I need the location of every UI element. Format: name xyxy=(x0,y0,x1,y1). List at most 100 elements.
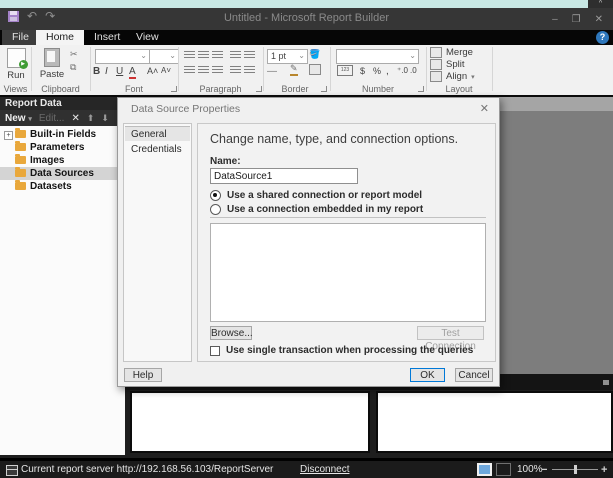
zoom-out-icon[interactable]: − xyxy=(541,464,547,476)
row-groups-pane[interactable] xyxy=(130,391,370,453)
radio-off-icon xyxy=(210,204,221,215)
paragraph-dialog-launcher-icon[interactable] xyxy=(256,86,262,92)
currency-button[interactable]: $ xyxy=(360,66,365,76)
copy-icon[interactable]: ⧉ xyxy=(70,62,76,73)
cancel-button[interactable]: Cancel xyxy=(455,368,493,382)
decrease-indent-icon[interactable] xyxy=(230,51,241,59)
new-button[interactable]: New ▾ xyxy=(5,113,32,124)
radio-embedded-connection[interactable]: Use a connection embedded in my report xyxy=(210,204,423,215)
align-button[interactable]: Align ▾ xyxy=(430,71,475,82)
align-bottom-icon[interactable] xyxy=(212,51,223,59)
align-middle-icon[interactable] xyxy=(198,51,209,59)
tab-file[interactable]: File xyxy=(2,30,39,45)
border-line-style-button[interactable]: — xyxy=(267,66,277,77)
comma-button[interactable]: , xyxy=(386,66,389,77)
increase-indent-icon[interactable] xyxy=(244,51,255,59)
border-dialog-launcher-icon[interactable] xyxy=(321,86,327,92)
collapse-chevron-icon[interactable]: ^ xyxy=(588,0,613,8)
tree-item-images[interactable]: Images xyxy=(0,154,125,167)
print-layout-icon[interactable] xyxy=(496,463,511,476)
top-accent-strip xyxy=(0,0,613,8)
nav-item-general[interactable]: General xyxy=(125,126,190,141)
zoom-level: 100% xyxy=(517,464,543,475)
fill-color-icon[interactable]: 🪣 xyxy=(309,49,320,60)
browse-button[interactable]: Browse... xyxy=(210,326,252,340)
font-size-combo[interactable] xyxy=(149,49,179,64)
data-source-properties-dialog: Data Source Properties ✕ General Credent… xyxy=(117,97,500,387)
window-controls: – ❐ ✕ xyxy=(552,8,603,30)
ok-button[interactable]: OK xyxy=(410,368,445,382)
italic-button[interactable]: I xyxy=(105,66,108,77)
tree-item-datasets[interactable]: Datasets xyxy=(0,180,125,193)
window-title: Untitled - Microsoft Report Builder xyxy=(0,12,613,24)
align-top-icon[interactable] xyxy=(184,51,195,59)
zoom-in-icon[interactable]: + xyxy=(601,464,607,476)
run-icon xyxy=(7,48,26,68)
split-button[interactable]: Split xyxy=(430,59,464,70)
help-icon[interactable]: ? xyxy=(596,31,609,44)
font-name-combo[interactable] xyxy=(95,49,150,64)
border-color-icon[interactable]: ✎ xyxy=(290,63,298,76)
align-center-icon[interactable] xyxy=(198,66,209,74)
ribbon-tab-row: File Home Insert View ? xyxy=(0,30,613,45)
underline-button[interactable]: U xyxy=(116,66,123,77)
maximize-icon[interactable]: ❐ xyxy=(572,14,581,25)
paste-icon xyxy=(44,48,60,67)
paste-button[interactable]: Paste xyxy=(37,48,67,80)
group-number-label: Number xyxy=(330,84,426,94)
number-dialog-launcher-icon[interactable] xyxy=(418,86,424,92)
disconnect-link[interactable]: Disconnect xyxy=(300,464,349,475)
numbered-list-icon[interactable] xyxy=(244,66,255,74)
decrease-decimals-button[interactable]: .0 xyxy=(410,66,417,75)
nav-item-credentials[interactable]: Credentials xyxy=(125,142,196,157)
minimize-icon[interactable]: – xyxy=(552,14,558,25)
report-data-panel-title: Report Data xyxy=(0,97,125,110)
bold-button[interactable]: B xyxy=(93,66,100,77)
font-color-button[interactable]: A xyxy=(129,66,136,79)
move-up-icon[interactable]: ⬆ xyxy=(87,113,95,124)
radio-shared-connection[interactable]: Use a shared connection or report model xyxy=(210,190,422,201)
tab-insert[interactable]: Insert xyxy=(84,30,130,45)
folder-icon xyxy=(15,156,26,164)
bullet-list-icon[interactable] xyxy=(230,66,241,74)
checkbox-icon xyxy=(210,346,220,356)
shared-connection-list[interactable] xyxy=(210,223,486,322)
name-label: Name: xyxy=(210,156,241,167)
expand-icon[interactable]: + xyxy=(4,131,13,140)
grip-icon[interactable] xyxy=(603,380,609,385)
shrink-font-button[interactable]: A˅ xyxy=(161,66,171,75)
tree-item-data-sources[interactable]: Data Sources xyxy=(0,167,125,180)
borders-icon[interactable] xyxy=(309,64,321,75)
delete-icon[interactable]: ✕ xyxy=(71,113,79,124)
grow-font-button[interactable]: A˄ xyxy=(147,66,158,76)
server-status-text: Current report server http://192.168.56.… xyxy=(21,464,273,475)
dialog-close-icon[interactable]: ✕ xyxy=(480,102,489,115)
number-format-combo[interactable] xyxy=(336,49,419,64)
cut-icon[interactable]: ✂ xyxy=(70,49,78,60)
column-groups-pane[interactable] xyxy=(376,391,613,453)
new-caret-icon: ▾ xyxy=(28,116,32,123)
test-connection-button[interactable]: Test Connection xyxy=(417,326,484,340)
percent-button[interactable]: % xyxy=(373,66,381,76)
border-width-combo[interactable]: 1 pt xyxy=(267,49,308,64)
move-down-icon[interactable]: ⬇ xyxy=(101,113,109,124)
zoom-slider-thumb[interactable] xyxy=(574,465,577,474)
font-dialog-launcher-icon[interactable] xyxy=(171,86,177,92)
run-button[interactable]: Run xyxy=(1,48,31,81)
help-button[interactable]: Help xyxy=(124,368,162,382)
tree-item-parameters[interactable]: Parameters xyxy=(0,141,125,154)
single-transaction-checkbox[interactable]: Use single transaction when processing t… xyxy=(210,345,473,356)
tab-view[interactable]: View xyxy=(126,30,169,45)
design-view-icon[interactable] xyxy=(477,463,492,476)
group-clipboard-label: Clipboard xyxy=(31,84,90,94)
edit-button[interactable]: Edit... xyxy=(39,113,65,124)
tab-home[interactable]: Home xyxy=(36,30,84,45)
align-right-icon[interactable] xyxy=(212,66,223,74)
tree-item-built-in-fields[interactable]: + Built-in Fields xyxy=(0,128,125,141)
align-left-icon[interactable] xyxy=(184,66,195,74)
name-input[interactable] xyxy=(210,168,358,184)
close-icon[interactable]: ✕ xyxy=(595,14,603,25)
increase-decimals-button[interactable]: ⁺.0 xyxy=(397,66,408,75)
merge-button[interactable]: Merge xyxy=(430,47,473,58)
number-format-icon[interactable]: 123 xyxy=(337,65,353,76)
